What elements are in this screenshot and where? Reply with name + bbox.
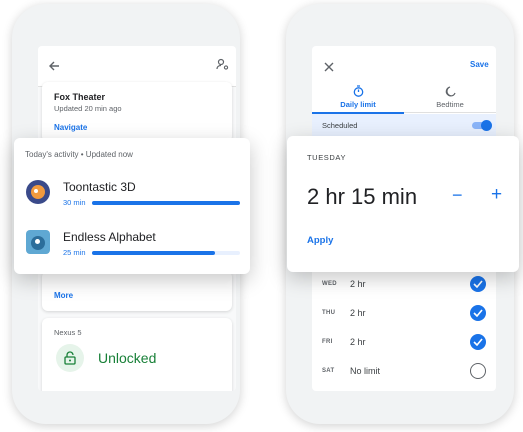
device-name: Nexus 5 — [54, 328, 82, 337]
avatar-face — [31, 185, 45, 199]
close-icon[interactable] — [324, 59, 334, 77]
app-name: Endless Alphabet — [63, 230, 156, 244]
day-abbr: THU — [322, 310, 336, 316]
app-row-endless-alphabet[interactable]: Endless Alphabet 25 min — [14, 226, 250, 266]
app-name: Toontastic 3D — [63, 180, 136, 194]
app-time: 30 min — [63, 198, 86, 207]
navigate-link[interactable]: Navigate — [54, 123, 87, 132]
device-card: Nexus 5 Unlocked — [42, 318, 232, 391]
tab-daily-limit[interactable]: Daily limit — [312, 80, 404, 114]
limit-card: TUESDAY 2 hr 15 min − + Apply — [287, 136, 519, 272]
tab-daily-limit-label: Daily limit — [340, 100, 376, 109]
day-value: No limit — [350, 366, 381, 376]
app-avatar-endless-alphabet — [26, 230, 50, 254]
app-row-toontastic[interactable]: Toontastic 3D 30 min — [14, 176, 250, 216]
save-button[interactable]: Save — [470, 60, 489, 69]
day-checkbox[interactable] — [470, 334, 486, 350]
location-updated: Updated 20 min ago — [54, 104, 122, 113]
day-abbr: WED — [322, 281, 337, 287]
activity-card-bottom: More — [42, 271, 232, 311]
usage-bar-fill — [92, 201, 240, 205]
day-abbr: FRI — [322, 339, 333, 345]
location-card: Fox Theater Updated 20 min ago Navigate — [42, 82, 232, 142]
activity-header: Today's activity • Updated now — [25, 150, 133, 159]
day-row-sat[interactable]: SAT No limit — [312, 359, 496, 385]
back-arrow-icon[interactable] — [48, 59, 60, 77]
day-value: 2 hr — [350, 337, 366, 347]
day-row-fri[interactable]: FRI 2 hr — [312, 330, 496, 356]
left-toolbar — [38, 46, 236, 87]
tab-bedtime[interactable]: Bedtime — [404, 80, 496, 113]
avatar-eye — [34, 189, 38, 193]
scheduled-toggle[interactable] — [472, 120, 492, 131]
usage-bar-track — [92, 251, 240, 255]
usage-bar-track — [92, 201, 240, 205]
location-title: Fox Theater — [54, 92, 106, 102]
monster-eye — [35, 239, 40, 244]
app-time: 25 min — [63, 248, 86, 257]
toggle-knob — [481, 120, 492, 131]
day-value: 2 hr — [350, 279, 366, 289]
tab-bedtime-label: Bedtime — [436, 100, 464, 109]
day-row-thu[interactable]: THU 2 hr — [312, 301, 496, 327]
day-abbr: SAT — [322, 368, 335, 374]
day-checkbox[interactable] — [470, 276, 486, 292]
day-value: 2 hr — [350, 308, 366, 318]
app-avatar-toontastic — [26, 180, 50, 204]
limit-day: TUESDAY — [307, 153, 347, 162]
unlock-icon — [64, 351, 76, 370]
limit-time: 2 hr 15 min — [307, 184, 418, 209]
decrease-button[interactable]: − — [452, 185, 463, 206]
usage-bar-fill — [92, 251, 215, 255]
more-link[interactable]: More — [54, 291, 73, 300]
activity-card: Today's activity • Updated now Toontasti… — [14, 138, 250, 274]
increase-button[interactable]: + — [491, 184, 502, 206]
apply-button[interactable]: Apply — [307, 235, 333, 246]
day-checkbox[interactable] — [470, 363, 486, 379]
device-status: Unlocked — [98, 350, 157, 366]
scheduled-label: Scheduled — [322, 121, 358, 130]
day-checkbox[interactable] — [470, 305, 486, 321]
lock-icon-circle — [56, 344, 84, 372]
manage-user-icon[interactable] — [216, 58, 229, 76]
day-row-wed[interactable]: WED 2 hr — [312, 272, 496, 298]
scheduled-row: Scheduled — [312, 114, 496, 136]
